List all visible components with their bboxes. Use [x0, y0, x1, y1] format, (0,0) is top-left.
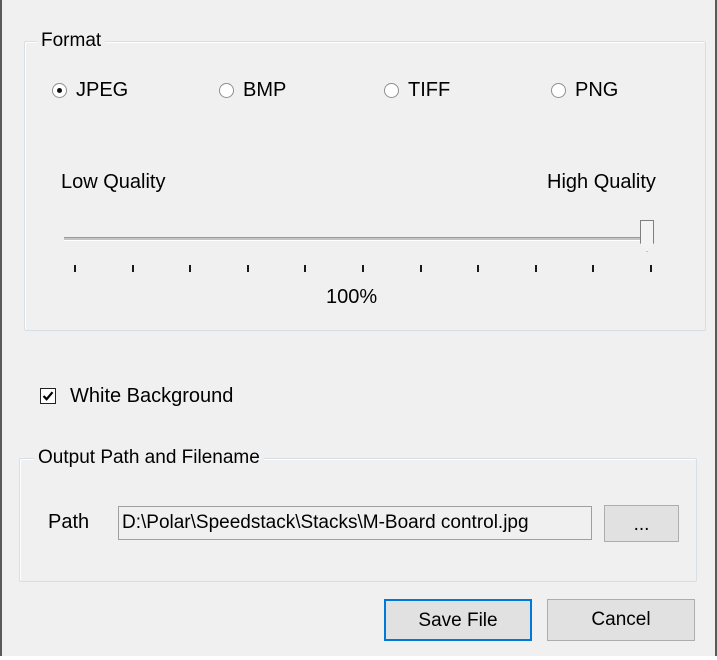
slider-tick [131, 265, 134, 272]
cancel-button-label: Cancel [591, 609, 651, 630]
radio-bmp-circle[interactable] [219, 82, 234, 98]
slider-tick [246, 265, 249, 272]
radio-jpeg-label: JPEG [76, 79, 129, 101]
quality-slider-track[interactable] [64, 237, 652, 241]
cancel-button[interactable]: Cancel [547, 599, 695, 641]
low-quality-label: Low Quality [61, 171, 166, 193]
white-background-label[interactable]: White Background [70, 384, 233, 408]
save-file-button-label: Save File [418, 610, 498, 631]
export-dialog: Format JPEG BMP TIFF PNG Low Quality Hig… [0, 0, 717, 656]
path-label: Path [48, 511, 90, 533]
output-group-title: Output Path and Filename [34, 446, 264, 470]
browse-button[interactable]: ... [604, 505, 679, 542]
radio-png[interactable]: PNG [551, 78, 618, 102]
radio-tiff-circle[interactable] [384, 82, 399, 98]
quality-value-label: 100% [326, 286, 378, 308]
path-input-value: D:\Polar\Speedstack\Stacks\M-Board contr… [122, 512, 529, 533]
slider-tick [419, 265, 422, 272]
slider-tick [304, 265, 307, 272]
save-file-button[interactable]: Save File [384, 599, 532, 641]
slider-tick [650, 265, 652, 272]
radio-bmp-label: BMP [243, 79, 287, 101]
radio-png-label: PNG [575, 79, 619, 101]
slider-tick [477, 265, 480, 272]
radio-jpeg-circle[interactable] [52, 82, 67, 98]
radio-tiff-label: TIFF [408, 79, 451, 101]
browse-button-label: ... [633, 514, 650, 535]
slider-tick [362, 265, 364, 272]
radio-tiff[interactable]: TIFF [384, 78, 450, 102]
high-quality-label: High Quality [547, 171, 656, 193]
white-background-checkbox[interactable] [40, 388, 56, 404]
slider-tick [592, 265, 595, 272]
slider-tick [74, 265, 76, 272]
slider-tick [534, 265, 537, 272]
format-group-title: Format [37, 29, 106, 53]
checkmark-icon [42, 391, 54, 401]
slider-tick [189, 265, 192, 272]
radio-jpeg[interactable]: JPEG [52, 78, 128, 102]
radio-bmp[interactable]: BMP [219, 78, 286, 102]
radio-png-circle[interactable] [551, 82, 566, 98]
path-input[interactable]: D:\Polar\Speedstack\Stacks\M-Board contr… [118, 506, 592, 540]
